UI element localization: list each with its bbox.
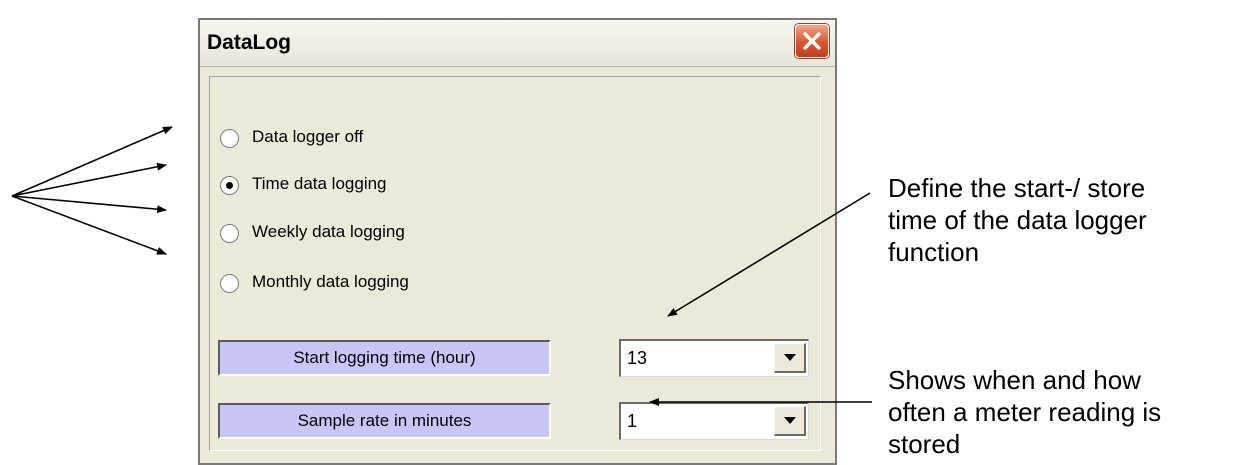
arrow-to-radio-4 — [11, 195, 167, 255]
arrow-to-radio-3 — [11, 195, 167, 214]
arrow-to-start-time — [667, 192, 871, 317]
arrow-to-radio-1 — [11, 126, 173, 197]
arrow-to-radio-2 — [11, 162, 167, 197]
annotation-arrows — [11, 126, 872, 406]
